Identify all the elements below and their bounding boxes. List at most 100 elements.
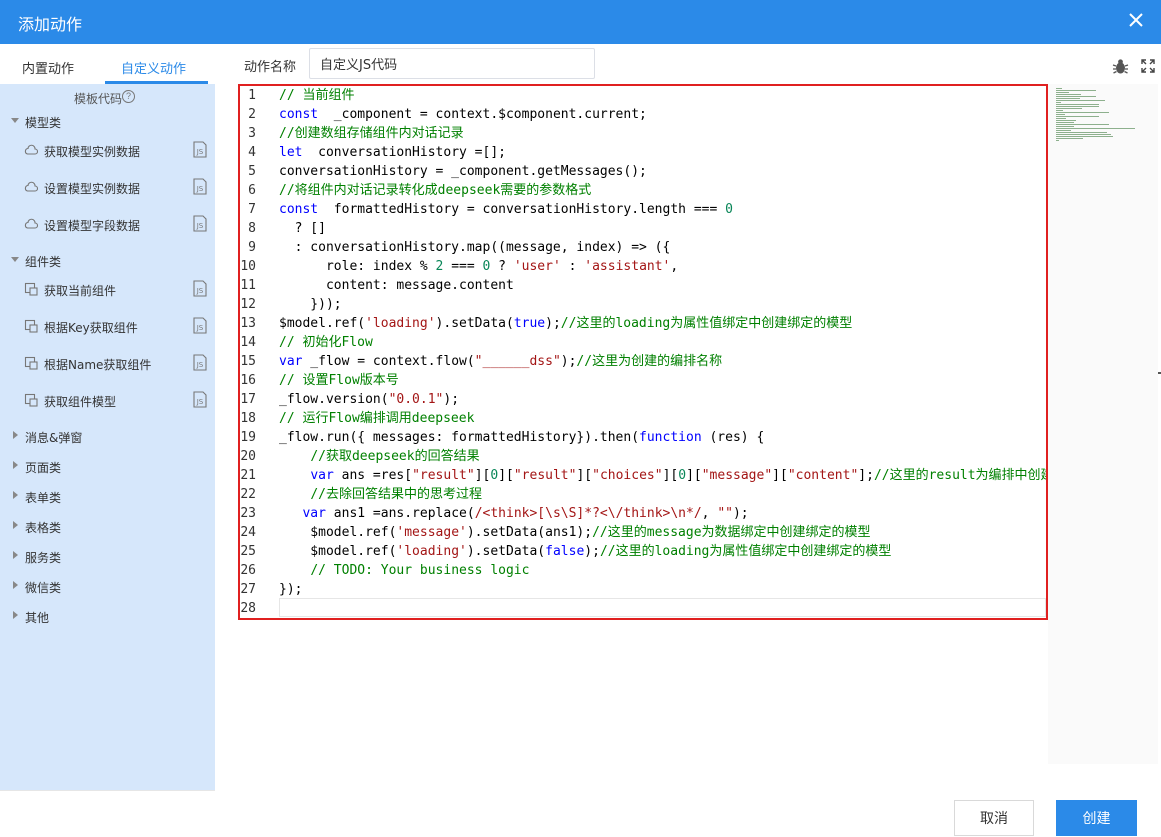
js-file-icon[interactable]: JS [192, 215, 208, 232]
code-line[interactable]: 2 const _component = context.$component.c… [240, 105, 1046, 124]
dialog-header: 添加动作 [0, 0, 1161, 44]
category-8[interactable]: 其他 [0, 607, 215, 627]
js-file-icon[interactable]: JS [192, 178, 208, 195]
code-editor[interactable]: 1 // 当前组件 2 const _component = context.$com… [238, 84, 1048, 620]
code-line[interactable]: 9 : conversationHistory.map((message, in… [240, 238, 1046, 257]
code-line[interactable]: 18 // 运行Flow编排调用deepseek [240, 409, 1046, 428]
line-number: 9 [248, 240, 256, 255]
minimap-line [1056, 140, 1059, 141]
code-line[interactable]: 25 $model.ref('loading').setData(false);… [240, 542, 1046, 561]
code-line[interactable]: 10 role: index % 2 === 0 ? 'user' : 'ass… [240, 257, 1046, 276]
code-line[interactable]: 5 conversationHistory = _component.getMes… [240, 162, 1046, 181]
code-text: //获取deepseek的回答结果 [310, 449, 480, 464]
code-line[interactable]: 28 [240, 599, 1046, 618]
category-7[interactable]: 微信类 [0, 577, 215, 597]
line-number: 17 [240, 392, 256, 407]
line-number: 21 [240, 468, 256, 483]
code-line[interactable]: 8 ? [] [240, 219, 1046, 238]
template-item-label: 根据Key获取组件 [44, 321, 138, 335]
line-number: 6 [248, 183, 256, 198]
bug-icon[interactable] [1112, 58, 1129, 75]
js-file-icon[interactable]: JS [192, 391, 208, 408]
code-line[interactable]: 21 var ans =res["result"][0]["result"]["… [240, 466, 1046, 485]
minimap-line [1056, 108, 1082, 109]
caret-right-icon[interactable] [10, 460, 20, 470]
svg-text:JS: JS [196, 287, 204, 295]
minimap-line [1056, 132, 1107, 133]
minimap-line [1056, 106, 1100, 107]
template-item[interactable]: 根据Key获取组件 JS [0, 316, 215, 338]
create-button[interactable]: 创建 [1056, 800, 1137, 836]
line-number: 13 [240, 316, 256, 331]
line-number: 23 [240, 506, 256, 521]
help-icon[interactable]: ? [122, 90, 135, 103]
code-line[interactable]: 24 $model.ref('message').setData(ans1);/… [240, 523, 1046, 542]
code-line[interactable]: 22 //去除回答结果中的思考过程 [240, 485, 1046, 504]
category-1[interactable]: 组件类 [0, 251, 215, 271]
category-3[interactable]: 页面类 [0, 457, 215, 477]
code-text: role: index % 2 === 0 ? 'user' : 'assist… [279, 259, 679, 274]
code-line[interactable]: 7 const formattedHistory = conversationHi… [240, 200, 1046, 219]
caret-right-icon[interactable] [10, 550, 20, 560]
action-name-input[interactable] [309, 48, 595, 79]
caret-right-icon[interactable] [10, 430, 20, 440]
js-file-icon[interactable]: JS [192, 280, 208, 297]
caret-right-icon[interactable] [10, 580, 20, 590]
minimap-line [1056, 98, 1080, 99]
code-line[interactable]: 15 var _flow = context.flow("______dss");… [240, 352, 1046, 371]
code-line[interactable]: 27}); [240, 580, 1046, 599]
category-6[interactable]: 服务类 [0, 547, 215, 567]
category-0[interactable]: 模型类 [0, 112, 215, 132]
line-number: 24 [240, 525, 256, 540]
category-label: 组件类 [25, 255, 62, 269]
minimap-line [1056, 124, 1109, 125]
js-file-icon[interactable]: JS [192, 354, 208, 371]
editor-minimap[interactable] [1048, 84, 1158, 764]
cancel-button[interactable]: 取消 [954, 800, 1034, 836]
minimap-line [1056, 100, 1106, 101]
template-item[interactable]: 设置模型字段数据 JS [0, 214, 215, 236]
code-line[interactable]: 26 // TODO: Your business logic [240, 561, 1046, 580]
caret-right-icon[interactable] [10, 610, 20, 620]
caret-right-icon[interactable] [10, 490, 20, 500]
code-line[interactable]: 13 $model.ref('loading').setData(true);//… [240, 314, 1046, 333]
category-5[interactable]: 表格类 [0, 517, 215, 537]
template-item[interactable]: 获取组件模型 JS [0, 390, 215, 412]
code-line[interactable]: 6 //将组件内对话记录转化成deepseek需要的参数格式 [240, 181, 1046, 200]
code-line[interactable]: 11 content: message.content [240, 276, 1046, 295]
js-file-icon[interactable]: JS [192, 141, 208, 158]
template-item[interactable]: 设置模型实例数据 JS [0, 177, 215, 199]
minimap-line [1056, 90, 1096, 91]
code-line[interactable]: 19 _flow.run({ messages: formattedHistory… [240, 428, 1046, 447]
template-item[interactable]: 获取模型实例数据 JS [0, 140, 215, 162]
code-line[interactable]: 1 // 当前组件 [240, 86, 1046, 105]
code-line[interactable]: 12 })); [240, 295, 1046, 314]
code-line[interactable]: 4 let conversationHistory =[]; [240, 143, 1046, 162]
code-line[interactable]: 16 // 设置Flow版本号 [240, 371, 1046, 390]
code-line[interactable]: 17 _flow.version("0.0.1"); [240, 390, 1046, 409]
template-item[interactable]: 获取当前组件 JS [0, 279, 215, 301]
tab-builtin-actions[interactable]: 内置动作 [22, 58, 74, 77]
code-text: //将组件内对话记录转化成deepseek需要的参数格式 [279, 183, 592, 198]
template-item[interactable]: 根据Name获取组件 JS [0, 353, 215, 375]
caret-down-icon[interactable] [10, 115, 20, 125]
code-line[interactable]: 14 // 初始化Flow [240, 333, 1046, 352]
code-line[interactable]: 23 var ans1 =ans.replace(/<think>[\s\S]*… [240, 504, 1046, 523]
code-text: content: message.content [279, 278, 514, 293]
code-line[interactable]: 20 //获取deepseek的回答结果 [240, 447, 1046, 466]
line-number: 4 [248, 145, 256, 160]
minimap-line [1056, 110, 1063, 111]
category-2[interactable]: 消息&弹窗 [0, 427, 215, 447]
fullscreen-icon[interactable] [1141, 59, 1155, 73]
code-line[interactable]: 3 //创建数组存储组件内对话记录 [240, 124, 1046, 143]
code-text: })); [279, 297, 342, 312]
close-icon[interactable] [1125, 9, 1147, 31]
line-number: 27 [240, 582, 256, 597]
tab-custom-actions[interactable]: 自定义动作 [121, 58, 186, 77]
code-text: _flow.version("0.0.1"); [279, 392, 460, 407]
minimap-line [1056, 116, 1099, 117]
caret-right-icon[interactable] [10, 520, 20, 530]
category-4[interactable]: 表单类 [0, 487, 215, 507]
caret-down-icon[interactable] [10, 254, 20, 264]
js-file-icon[interactable]: JS [192, 317, 208, 334]
